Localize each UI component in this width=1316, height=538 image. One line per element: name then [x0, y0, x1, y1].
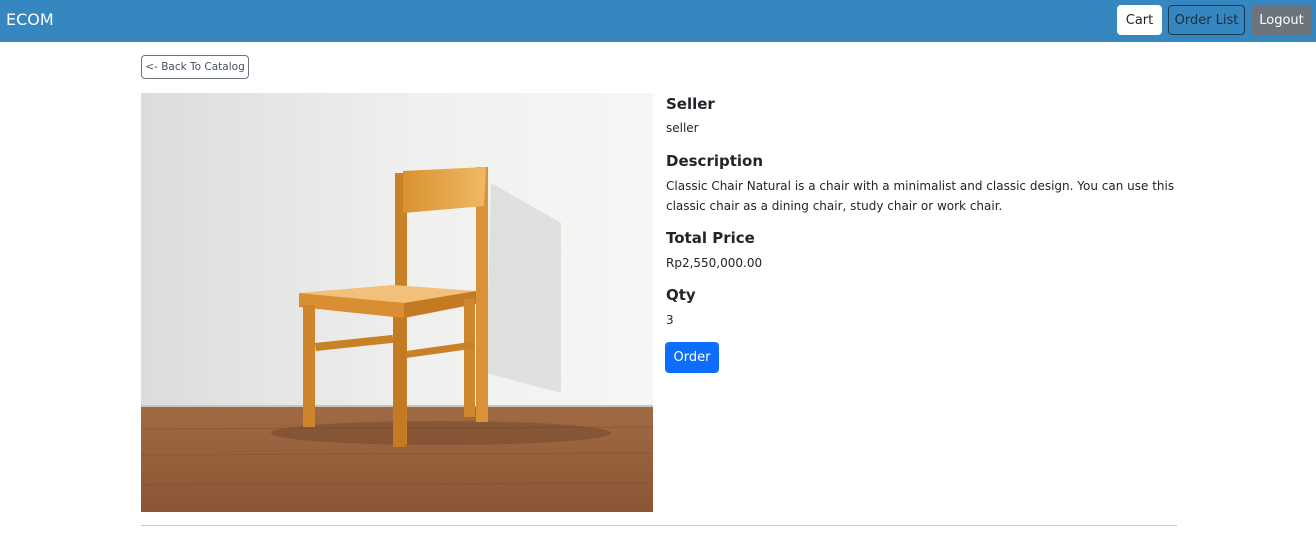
order-button[interactable]: Order	[665, 342, 719, 373]
qty-value: 3	[666, 313, 674, 327]
total-price-value: Rp2,550,000.00	[666, 256, 763, 270]
chair-photo	[141, 93, 653, 512]
qty-heading: Qty	[666, 286, 696, 304]
top-navbar: ECOM Cart Order List Logout	[0, 0, 1316, 42]
logout-button[interactable]: Logout	[1251, 5, 1312, 35]
seller-heading: Seller	[666, 95, 715, 113]
back-to-catalog-button[interactable]: <- Back To Catalog	[141, 55, 249, 79]
description-heading: Description	[666, 152, 764, 170]
divider	[141, 525, 1177, 526]
total-price-heading: Total Price	[666, 229, 755, 247]
product-image	[141, 93, 653, 512]
seller-value: seller	[666, 121, 699, 135]
description-value: Classic Chair Natural is a chair with a …	[666, 179, 1175, 213]
cart-button[interactable]: Cart	[1117, 5, 1162, 35]
order-list-button[interactable]: Order List	[1168, 5, 1245, 35]
brand-logo[interactable]: ECOM	[6, 10, 54, 29]
